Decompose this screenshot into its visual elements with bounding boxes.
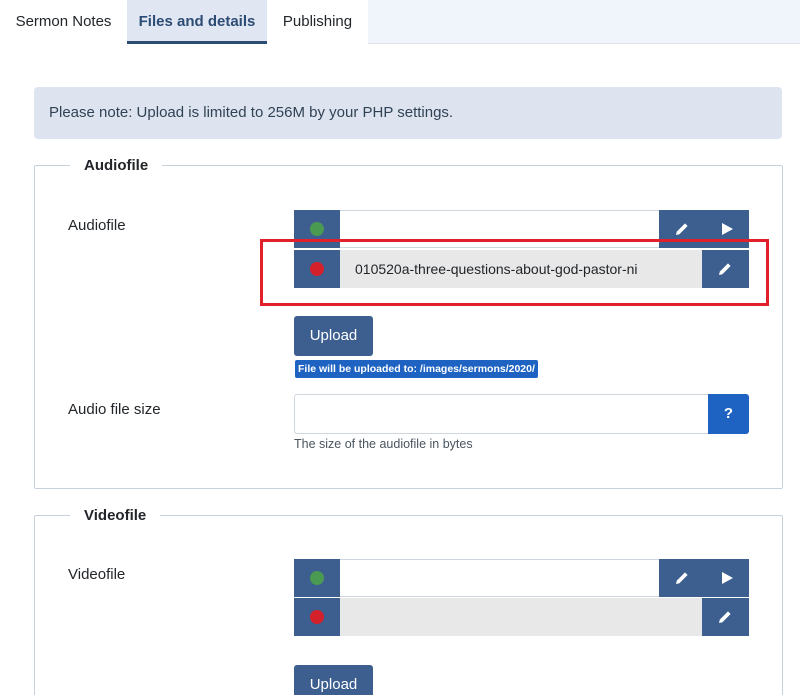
video-file-actions xyxy=(702,598,749,636)
video-path-actions xyxy=(659,559,749,597)
audio-file-size-hint: The size of the audiofile in bytes xyxy=(294,437,473,451)
pencil-icon[interactable] xyxy=(674,570,690,586)
green-dot-icon xyxy=(310,571,324,585)
tab-publishing[interactable]: Publishing xyxy=(267,0,368,44)
video-path-status xyxy=(294,559,340,597)
video-path-input[interactable] xyxy=(340,559,659,597)
video-file-input[interactable] xyxy=(340,598,702,636)
videofile-legend: Videofile xyxy=(70,506,161,526)
tab-files-and-details[interactable]: Files and details xyxy=(127,0,267,44)
video-file-status xyxy=(294,598,340,636)
video-upload-button[interactable]: Upload xyxy=(294,665,373,695)
tab-sermon-notes[interactable]: Sermon Notes xyxy=(0,0,127,44)
audio-file-size-input[interactable] xyxy=(294,394,708,434)
highlight-box xyxy=(260,239,769,306)
pencil-icon[interactable] xyxy=(717,609,733,625)
videofile-label: Videofile xyxy=(68,566,126,583)
upload-limit-notice: Please note: Upload is limited to 256M b… xyxy=(34,87,782,139)
audiofile-label: Audiofile xyxy=(68,217,126,234)
red-dot-icon xyxy=(310,610,324,624)
help-button[interactable]: ? xyxy=(708,394,749,434)
video-path-row xyxy=(294,559,749,597)
green-dot-icon xyxy=(310,222,324,236)
audiofile-legend: Audiofile xyxy=(70,156,163,176)
play-icon[interactable] xyxy=(719,570,735,586)
upload-destination-badge: File will be uploaded to: /images/sermon… xyxy=(295,360,538,378)
audio-upload-button[interactable]: Upload xyxy=(294,316,373,356)
pencil-icon[interactable] xyxy=(674,221,690,237)
play-icon[interactable] xyxy=(719,221,735,237)
video-file-row xyxy=(294,598,749,636)
tab-bar: Sermon Notes Files and details Publishin… xyxy=(0,0,800,44)
audio-file-size-label: Audio file size xyxy=(68,401,161,418)
